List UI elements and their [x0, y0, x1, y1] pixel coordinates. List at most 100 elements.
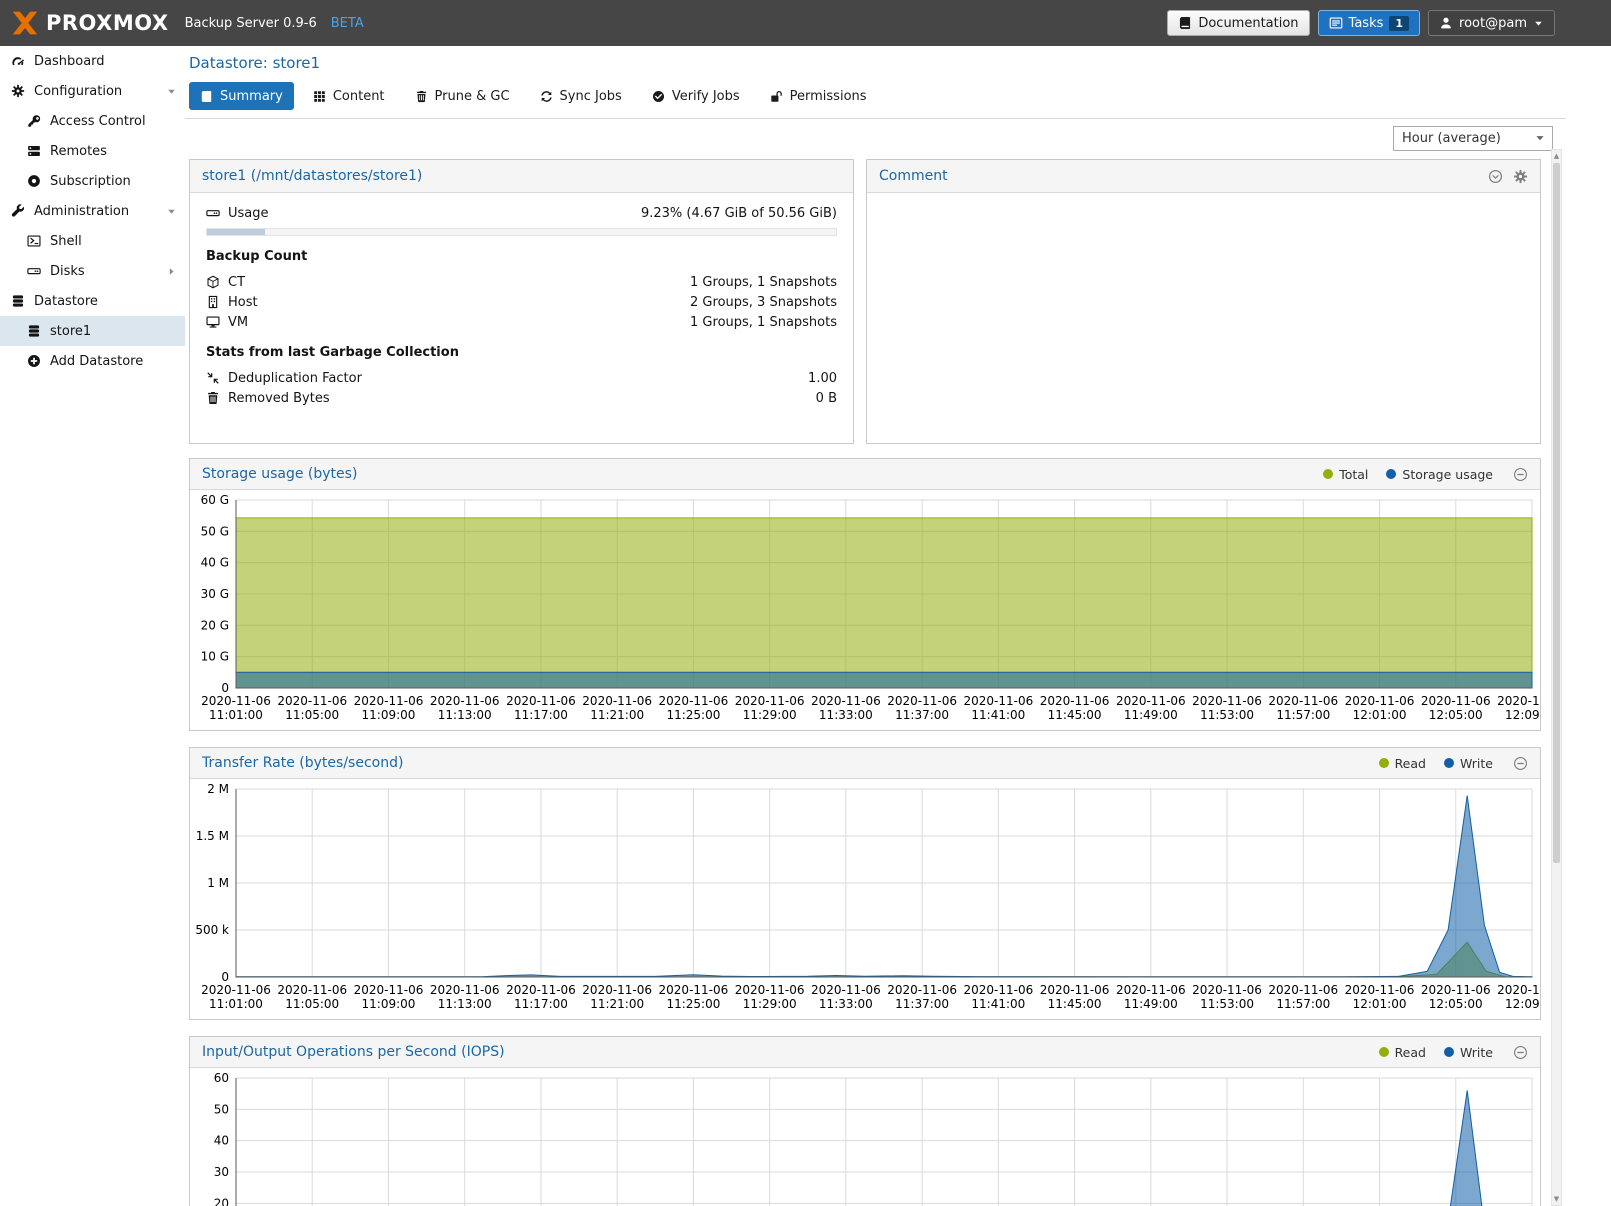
sidebar-item-label: Administration — [34, 204, 129, 219]
removed-bytes-label: Removed Bytes — [228, 391, 330, 406]
collapse-icon[interactable] — [1513, 756, 1528, 771]
sidebar-item-shell[interactable]: Shell — [0, 226, 185, 256]
chart-body: 01020304050602020-11-0611:01:002020-11-0… — [190, 1068, 1540, 1206]
sidebar-item-configuration[interactable]: Configuration — [0, 76, 185, 106]
legend-label: Write — [1460, 756, 1493, 771]
legend-item-read[interactable]: Read — [1379, 756, 1426, 771]
panel-title: Storage usage (bytes) — [202, 466, 357, 482]
sidebar-item-add-datastore[interactable]: Add Datastore — [0, 346, 185, 376]
book-icon — [200, 90, 213, 103]
database-icon — [27, 324, 41, 338]
sidebar-item-label: Shell — [50, 234, 82, 249]
svg-text:2020-11-06: 2020-11-06 — [506, 694, 576, 708]
svg-text:11:45:00: 11:45:00 — [1048, 708, 1102, 722]
legend-label: Read — [1395, 756, 1426, 771]
svg-text:11:41:00: 11:41:00 — [971, 997, 1025, 1011]
tasks-count-badge: 1 — [1389, 16, 1409, 31]
product-version: Backup Server 0.9-6 — [185, 16, 317, 31]
tab-verify-jobs[interactable]: Verify Jobs — [641, 82, 751, 110]
sidebar-item-datastore[interactable]: Datastore — [0, 286, 185, 316]
svg-text:2020-11-06: 2020-11-06 — [277, 983, 347, 997]
sidebar-item-remotes[interactable]: Remotes — [0, 136, 185, 166]
svg-text:2020-11-06: 2020-11-06 — [430, 694, 500, 708]
svg-text:2020-11-06: 2020-11-06 — [1192, 983, 1262, 997]
time-range-select[interactable]: Hour (average) — [1393, 126, 1553, 151]
brand: PROXMOX Backup Server 0.9-6 BETA — [12, 10, 364, 36]
ct-value: 1 Groups, 1 Snapshots — [690, 275, 837, 290]
sidebar-item-administration[interactable]: Administration — [0, 196, 185, 226]
documentation-label: Documentation — [1198, 16, 1298, 31]
svg-text:40: 40 — [214, 1134, 229, 1148]
scroll-up-button[interactable]: ▲ — [1552, 150, 1561, 162]
desktop-icon — [206, 315, 220, 329]
svg-text:11:17:00: 11:17:00 — [514, 997, 568, 1011]
svg-text:2020-11-06: 2020-11-06 — [354, 983, 424, 997]
svg-text:11:09:00: 11:09:00 — [362, 997, 416, 1011]
scrollbar-thumb[interactable] — [1553, 163, 1560, 863]
expand-circle-icon[interactable] — [1488, 169, 1503, 184]
gear-icon[interactable] — [1513, 169, 1528, 184]
host-value: 2 Groups, 3 Snapshots — [690, 295, 837, 310]
summary-body: Usage 9.23% (4.67 GiB of 50.56 GiB) Back… — [190, 193, 853, 418]
legend-item-storage-usage[interactable]: Storage usage — [1386, 467, 1493, 482]
collapse-icon[interactable] — [1513, 467, 1528, 482]
legend-item-read[interactable]: Read — [1379, 1045, 1426, 1060]
svg-text:11:21:00: 11:21:00 — [590, 708, 644, 722]
chevron-right-icon[interactable] — [166, 266, 177, 277]
chart-legend: Read Write — [1379, 1045, 1528, 1060]
svg-text:11:29:00: 11:29:00 — [743, 997, 797, 1011]
gc-stats-heading: Stats from last Garbage Collection — [206, 345, 837, 360]
vertical-scrollbar[interactable]: ▲ ▼ — [1551, 149, 1562, 1206]
user-menu-button[interactable]: root@pam — [1428, 10, 1555, 36]
sidebar-item-label: Subscription — [50, 174, 131, 189]
sidebar-item-disks[interactable]: Disks — [0, 256, 185, 286]
tab-content[interactable]: Content — [302, 82, 396, 110]
sync-icon — [540, 90, 553, 103]
sidebar-item-access-control[interactable]: Access Control — [0, 106, 185, 136]
panels: store1 (/mnt/datastores/store1) Usage 9.… — [189, 159, 1541, 1206]
tab-label: Summary — [220, 89, 283, 104]
tab-permissions[interactable]: Permissions — [759, 82, 878, 110]
datastore-summary-panel: store1 (/mnt/datastores/store1) Usage 9.… — [189, 159, 854, 444]
tab-sync-jobs[interactable]: Sync Jobs — [529, 82, 633, 110]
legend-item-write[interactable]: Write — [1444, 1045, 1493, 1060]
sidebar: Dashboard Configuration Access Control R… — [0, 46, 185, 1206]
svg-text:2020-11-06: 2020-11-06 — [201, 983, 271, 997]
collapse-icon[interactable] — [1513, 1045, 1528, 1060]
svg-text:2020-11-06: 2020-11-06 — [811, 694, 881, 708]
svg-text:2020-11-06: 2020-11-06 — [582, 983, 652, 997]
key-icon — [27, 114, 41, 128]
svg-text:2020-11-06: 2020-11-06 — [1192, 694, 1262, 708]
chevron-down-icon — [1533, 18, 1544, 29]
cube-icon — [206, 275, 220, 289]
hdd-icon — [27, 264, 41, 278]
svg-text:30: 30 — [214, 1165, 229, 1179]
sidebar-item-dashboard[interactable]: Dashboard — [0, 46, 185, 76]
chevron-down-icon[interactable] — [166, 206, 177, 217]
svg-text:11:53:00: 11:53:00 — [1200, 997, 1254, 1011]
tab-summary[interactable]: Summary — [189, 82, 294, 110]
svg-text:40 G: 40 G — [201, 556, 229, 570]
sidebar-item-store1[interactable]: store1 — [0, 316, 185, 346]
svg-text:2020-11-06: 2020-11-06 — [1421, 983, 1491, 997]
svg-text:500 k: 500 k — [195, 923, 229, 937]
page-title: Datastore: store1 — [189, 54, 1565, 78]
documentation-button[interactable]: Documentation — [1167, 10, 1309, 36]
support-icon — [27, 174, 41, 188]
grid-icon — [313, 90, 326, 103]
svg-text:11:45:00: 11:45:00 — [1048, 997, 1102, 1011]
usage-label: Usage — [228, 206, 269, 221]
compress-icon — [206, 371, 220, 385]
scroll-down-button[interactable]: ▼ — [1552, 1193, 1561, 1205]
legend-dot — [1386, 469, 1396, 479]
sidebar-item-subscription[interactable]: Subscription — [0, 166, 185, 196]
database-icon — [11, 294, 25, 308]
beta-link[interactable]: BETA — [331, 16, 364, 31]
tasks-button[interactable]: Tasks 1 — [1318, 10, 1421, 36]
trash-icon — [415, 90, 428, 103]
chevron-down-icon[interactable] — [166, 86, 177, 97]
legend-item-total[interactable]: Total — [1323, 467, 1368, 482]
tab-prune-gc[interactable]: Prune & GC — [404, 82, 521, 110]
svg-text:2 M: 2 M — [207, 782, 229, 796]
legend-item-write[interactable]: Write — [1444, 756, 1493, 771]
